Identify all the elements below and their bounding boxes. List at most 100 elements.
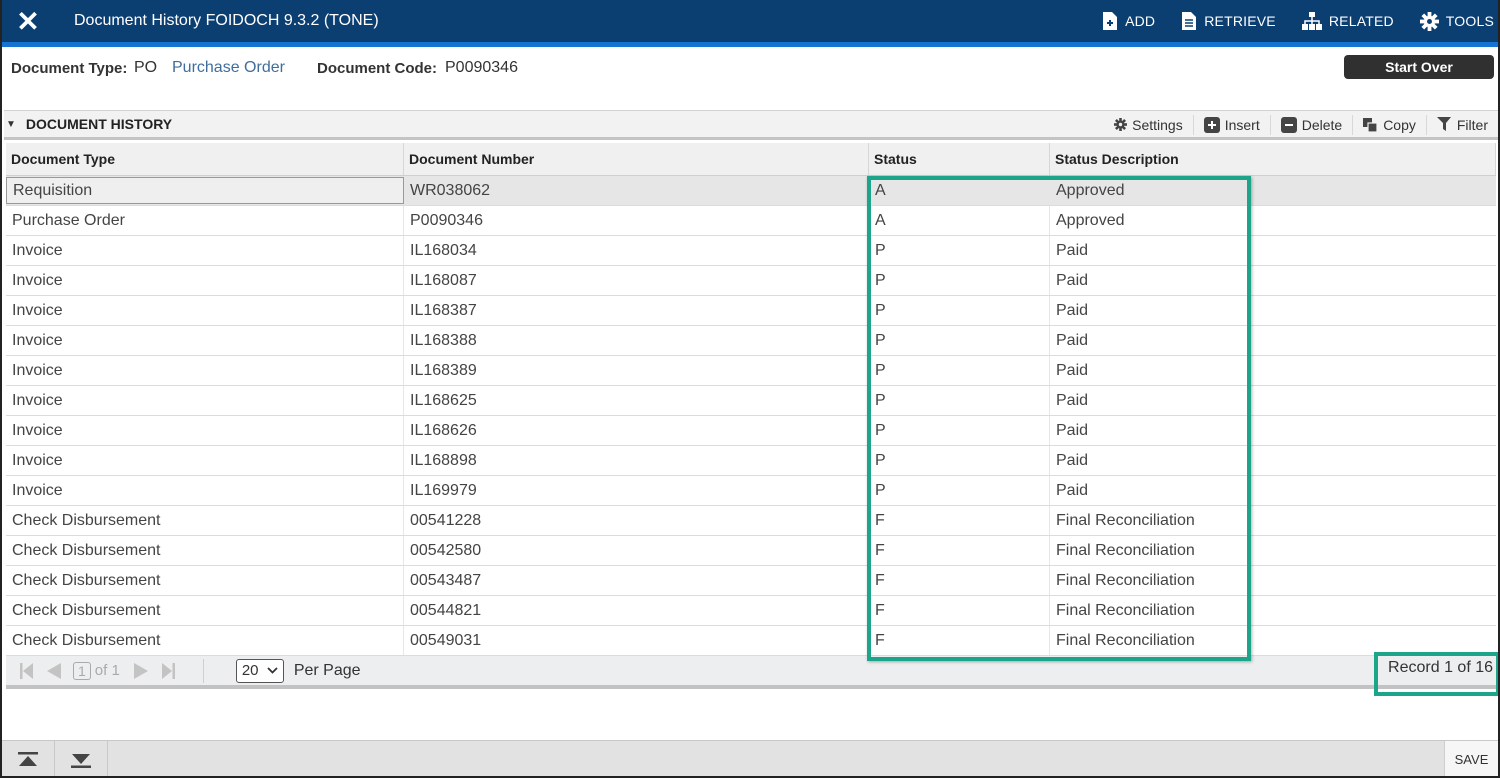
document-number-cell[interactable]: IL168626	[404, 416, 869, 445]
insert-button[interactable]: Insert	[1192, 114, 1270, 135]
settings-button[interactable]: Settings	[1104, 115, 1193, 135]
last-page-icon[interactable]	[161, 662, 175, 679]
table-row[interactable]: Check Disbursement 00541228 F Final Reconci…	[6, 506, 1496, 536]
table-row[interactable]: Invoice IL168387 P Paid	[6, 296, 1496, 326]
tools-button[interactable]: TOOLS	[1419, 11, 1494, 31]
document-type-cell[interactable]: Purchase Order	[6, 206, 404, 235]
status-description-cell[interactable]: Approved	[1050, 176, 1496, 205]
document-number-cell[interactable]: IL168388	[404, 326, 869, 355]
copy-button[interactable]: Copy	[1352, 114, 1426, 135]
close-icon[interactable]: ✕	[0, 0, 56, 42]
status-cell[interactable]: P	[869, 326, 1050, 355]
document-type-cell[interactable]: Check Disbursement	[6, 536, 404, 565]
table-row[interactable]: Invoice IL168626 P Paid	[6, 416, 1496, 446]
document-type-cell[interactable]: Invoice	[6, 386, 404, 415]
document-number-cell[interactable]: WR038062	[404, 176, 869, 205]
status-cell[interactable]: P	[869, 266, 1050, 295]
status-description-cell[interactable]: Paid	[1050, 266, 1496, 295]
status-cell[interactable]: F	[869, 536, 1050, 565]
save-button[interactable]: SAVE	[1444, 741, 1498, 778]
document-type-cell[interactable]: Check Disbursement	[6, 566, 404, 595]
table-row[interactable]: Invoice IL168625 P Paid	[6, 386, 1496, 416]
status-description-cell[interactable]: Final Reconciliation	[1050, 596, 1496, 625]
document-type-cell[interactable]: Invoice	[6, 236, 404, 265]
document-number-cell[interactable]: P0090346	[404, 206, 869, 235]
document-type-cell[interactable]: Invoice	[6, 326, 404, 355]
document-type-cell[interactable]: Invoice	[6, 446, 404, 475]
status-cell[interactable]: F	[869, 566, 1050, 595]
status-description-cell[interactable]: Paid	[1050, 416, 1496, 445]
document-type-cell[interactable]: Check Disbursement	[6, 596, 404, 625]
first-page-icon[interactable]	[20, 662, 33, 679]
document-number-cell[interactable]: IL168389	[404, 356, 869, 385]
document-type-cell[interactable]: Invoice	[6, 416, 404, 445]
document-type-cell[interactable]: Invoice	[6, 266, 404, 295]
document-number-cell[interactable]: IL168625	[404, 386, 869, 415]
status-description-cell[interactable]: Final Reconciliation	[1050, 536, 1496, 565]
start-over-button[interactable]: Start Over	[1344, 55, 1494, 79]
document-type-cell[interactable]: Check Disbursement	[6, 626, 404, 655]
retrieve-button[interactable]: RETRIEVE	[1181, 12, 1276, 30]
table-row[interactable]: Invoice IL168087 P Paid	[6, 266, 1496, 296]
next-page-icon[interactable]	[133, 662, 148, 679]
status-description-cell[interactable]: Approved	[1050, 206, 1496, 235]
document-number-cell[interactable]: IL169979	[404, 476, 869, 505]
table-row[interactable]: Purchase Order P0090346 A Approved	[6, 206, 1496, 236]
status-description-cell[interactable]: Paid	[1050, 386, 1496, 415]
status-description-cell[interactable]: Paid	[1050, 326, 1496, 355]
status-description-cell[interactable]: Paid	[1050, 356, 1496, 385]
table-row[interactable]: Requisition WR038062 A Approved	[6, 176, 1496, 206]
table-row[interactable]: Invoice IL168388 P Paid	[6, 326, 1496, 356]
document-number-cell[interactable]: 00549031	[404, 626, 869, 655]
current-page-input[interactable]: 1	[73, 661, 91, 680]
table-row[interactable]: Invoice IL168389 P Paid	[6, 356, 1496, 386]
table-row[interactable]: Check Disbursement 00549031 F Final Reconci…	[6, 626, 1496, 656]
filter-button[interactable]: Filter	[1425, 114, 1498, 135]
related-button[interactable]: RELATED	[1301, 12, 1394, 30]
status-cell[interactable]: P	[869, 386, 1050, 415]
document-type-cell[interactable]: Invoice	[6, 476, 404, 505]
add-button[interactable]: ADD	[1102, 12, 1155, 30]
status-description-cell[interactable]: Final Reconciliation	[1050, 566, 1496, 595]
document-type-cell[interactable]: Invoice	[6, 296, 404, 325]
status-cell[interactable]: F	[869, 596, 1050, 625]
status-description-cell[interactable]: Paid	[1050, 296, 1496, 325]
table-row[interactable]: Invoice IL168034 P Paid	[6, 236, 1496, 266]
table-row[interactable]: Invoice IL168898 P Paid	[6, 446, 1496, 476]
status-cell[interactable]: P	[869, 296, 1050, 325]
table-row[interactable]: Check Disbursement 00542580 F Final Reconci…	[6, 536, 1496, 566]
status-description-cell[interactable]: Paid	[1050, 236, 1496, 265]
status-description-cell[interactable]: Paid	[1050, 446, 1496, 475]
document-number-cell[interactable]: IL168087	[404, 266, 869, 295]
document-number-cell[interactable]: 00543487	[404, 566, 869, 595]
document-number-cell[interactable]: 00544821	[404, 596, 869, 625]
document-number-cell[interactable]: IL168387	[404, 296, 869, 325]
table-row[interactable]: Check Disbursement 00543487 F Final Reconci…	[6, 566, 1496, 596]
scroll-to-bottom-button[interactable]	[55, 741, 108, 778]
document-number-cell[interactable]: 00541228	[404, 506, 869, 535]
scroll-to-top-button[interactable]	[2, 741, 55, 778]
status-cell[interactable]: A	[869, 176, 1050, 205]
status-description-cell[interactable]: Final Reconciliation	[1050, 506, 1496, 535]
document-type-cell[interactable]: Check Disbursement	[6, 506, 404, 535]
document-type-cell[interactable]: Invoice	[6, 356, 404, 385]
column-header-status[interactable]: Status	[869, 143, 1050, 175]
table-row[interactable]: Check Disbursement 00544821 F Final Reconci…	[6, 596, 1496, 626]
status-cell[interactable]: P	[869, 356, 1050, 385]
status-cell[interactable]: P	[869, 476, 1050, 505]
table-row[interactable]: Invoice IL169979 P Paid	[6, 476, 1496, 506]
per-page-select[interactable]: 20	[235, 658, 284, 683]
delete-button[interactable]: Delete	[1269, 114, 1352, 135]
document-number-cell[interactable]: IL168898	[404, 446, 869, 475]
status-cell[interactable]: F	[869, 626, 1050, 655]
previous-page-icon[interactable]	[47, 662, 61, 679]
status-description-cell[interactable]: Final Reconciliation	[1050, 626, 1496, 655]
column-header-status-description[interactable]: Status Description	[1050, 143, 1496, 175]
status-cell[interactable]: F	[869, 506, 1050, 535]
collapse-caret-icon[interactable]: ▼	[6, 119, 16, 130]
status-cell[interactable]: P	[869, 236, 1050, 265]
status-description-cell[interactable]: Paid	[1050, 476, 1496, 505]
status-cell[interactable]: P	[869, 416, 1050, 445]
document-number-cell[interactable]: IL168034	[404, 236, 869, 265]
column-header-document-type[interactable]: Document Type	[6, 143, 404, 175]
